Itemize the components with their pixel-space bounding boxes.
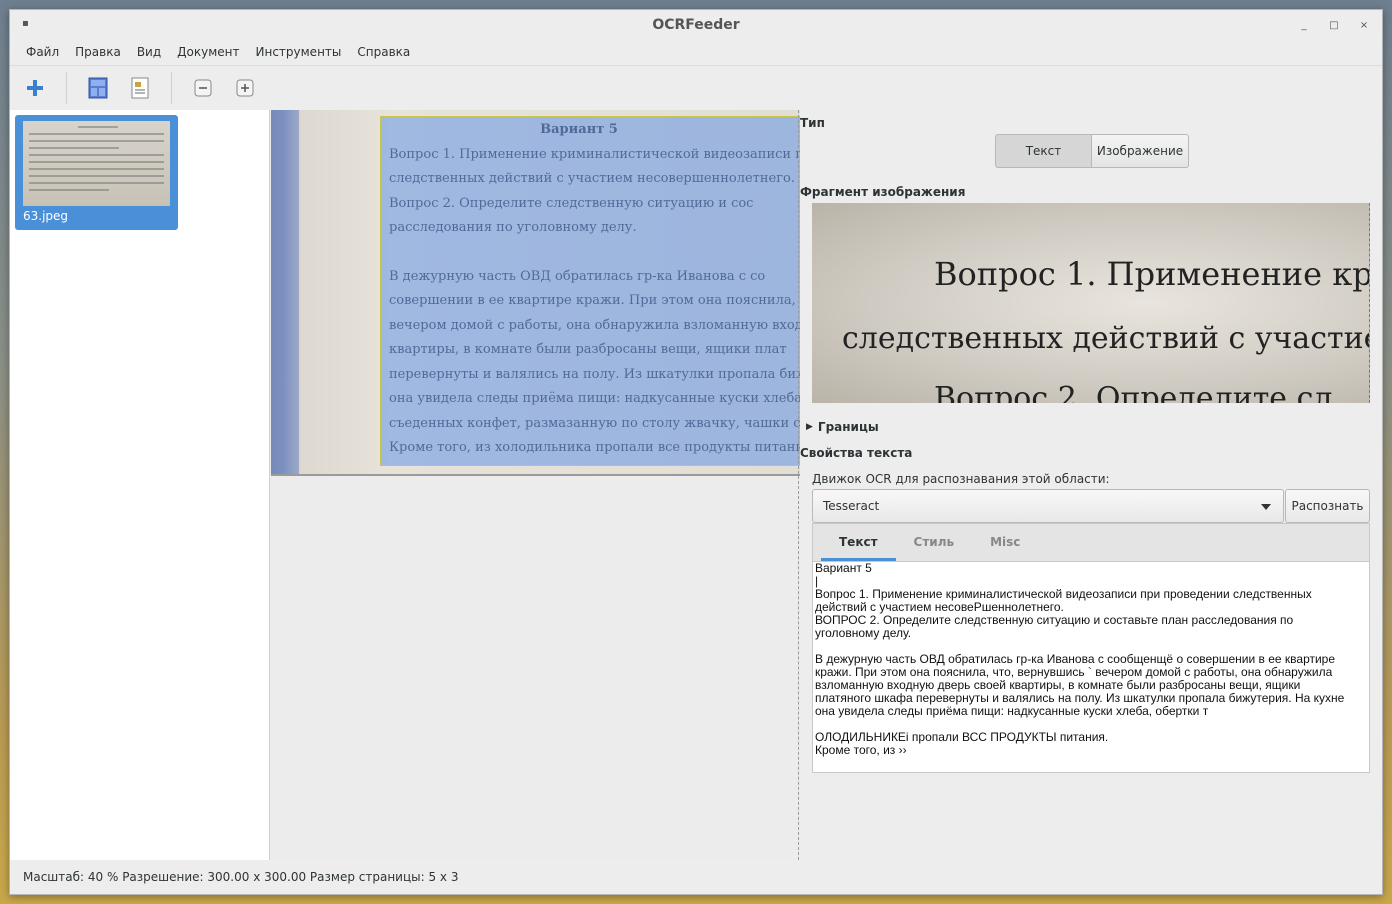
pane-divider[interactable] [798, 110, 799, 860]
bounds-expander[interactable]: ▶ Границы [806, 420, 879, 434]
window-controls: _ □ × [1294, 16, 1374, 34]
app-window: ▪ OCRFeeder _ □ × Файл Правка Вид Докуме… [9, 9, 1383, 895]
text-line: она увидела следы приёма пищи: надкусанн… [815, 704, 1209, 718]
tab-misc[interactable]: Misc [972, 535, 1038, 561]
app-icon: ▪ [22, 18, 29, 29]
text-tabs: Текст Стиль Misc [812, 523, 1370, 561]
text-line: Кроме того, из ›› [815, 743, 907, 757]
zoom-out-icon [194, 79, 212, 96]
fragment-line: Вопрос 1. Применение крими [934, 255, 1370, 293]
layout-icon [88, 77, 108, 98]
window-title: OCRFeeder [652, 17, 740, 33]
fragment-label: Фрагмент изображения [800, 185, 966, 199]
menu-view[interactable]: Вид [129, 45, 169, 59]
thumbnail-name: 63.jpeg [23, 209, 69, 223]
zoom-out-button[interactable] [188, 73, 218, 103]
fragment-line: следственных действий с участием [842, 321, 1370, 356]
type-label: Тип [800, 116, 825, 130]
type-image-button[interactable]: Изображение [1092, 134, 1189, 168]
detect-layout-button[interactable] [83, 73, 113, 103]
toolbar [10, 65, 1382, 109]
expand-triangle-icon: ▶ [806, 422, 813, 432]
ocr-engine-label: Движок OCR для распознавания этой област… [812, 472, 1110, 486]
menu-edit[interactable]: Правка [67, 45, 129, 59]
text-line: Вариант 5 [815, 561, 872, 575]
text-region-selection[interactable] [380, 116, 800, 466]
type-toggle: Текст Изображение [995, 134, 1189, 168]
minimize-button[interactable]: _ [1294, 16, 1314, 34]
ocr-engine-select[interactable]: Tesseract [812, 489, 1284, 523]
recognize-button[interactable]: Распознать [1285, 489, 1370, 523]
menubar: Файл Правка Вид Документ Инструменты Спр… [10, 40, 1382, 64]
add-image-button[interactable] [20, 73, 50, 103]
text-line: уголовному делу. [815, 626, 912, 640]
region-properties: Тип Текст Изображение Фрагмент изображен… [800, 110, 1384, 860]
image-fragment: Вопрос 1. Применение крими следственных … [812, 203, 1370, 403]
page-view[interactable]: Вариант 5 Вопрос 1. Применение криминали… [271, 110, 800, 860]
plus-icon [27, 79, 43, 96]
zoom-in-icon [236, 79, 254, 96]
menu-help[interactable]: Справка [349, 45, 418, 59]
fragment-line: Вопрос 2. Определите сл [934, 381, 1333, 403]
thumbnail-image [23, 121, 170, 206]
toolbar-separator [171, 71, 172, 104]
pages-list: 63.jpeg [10, 110, 270, 860]
ocr-text-area[interactable]: Вариант 5 | Вопрос 1. Применение кримина… [812, 561, 1370, 773]
region-strip [271, 110, 299, 474]
titlebar: ▪ OCRFeeder _ □ × [10, 10, 1382, 40]
toolbar-separator [66, 71, 67, 104]
text-props-label: Свойства текста [800, 446, 913, 460]
zoom-in-button[interactable] [230, 73, 260, 103]
ocr-engine-value: Tesseract [823, 499, 880, 513]
page-thumbnail[interactable]: 63.jpeg [15, 115, 178, 230]
statusbar: Масштаб: 40 % Разрешение: 300.00 x 300.0… [23, 870, 459, 884]
type-text-button[interactable]: Текст [995, 134, 1092, 168]
maximize-button[interactable]: □ [1324, 16, 1344, 34]
chevron-down-icon [1261, 504, 1271, 510]
close-button[interactable]: × [1354, 16, 1374, 34]
menu-file[interactable]: Файл [18, 45, 67, 59]
bounds-label: Границы [817, 420, 879, 434]
menu-tools[interactable]: Инструменты [248, 45, 350, 59]
page-image: Вариант 5 Вопрос 1. Применение криминали… [271, 110, 800, 476]
generate-document-button[interactable] [125, 73, 155, 103]
tab-style[interactable]: Стиль [896, 535, 973, 561]
menu-document[interactable]: Документ [169, 45, 247, 59]
tab-text[interactable]: Текст [821, 535, 896, 561]
document-icon [131, 77, 149, 98]
